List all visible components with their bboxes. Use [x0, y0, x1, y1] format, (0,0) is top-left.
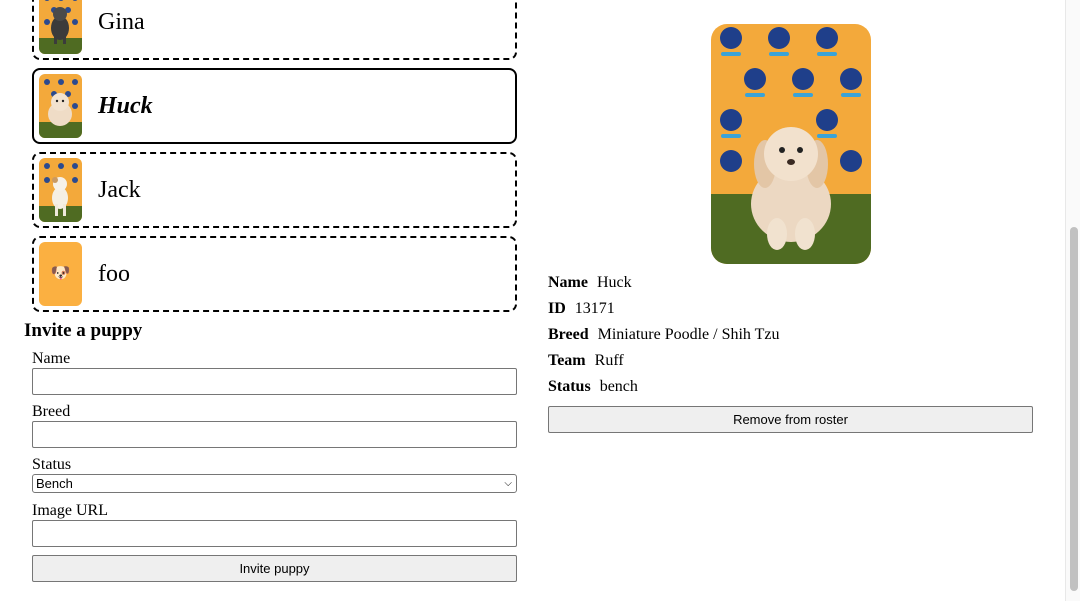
puppy-card-foo[interactable]: 🐶 foo	[32, 236, 517, 312]
puppy-card-jack[interactable]: Jack	[32, 152, 517, 228]
image-url-input[interactable]	[32, 520, 517, 547]
breed-input[interactable]	[32, 421, 517, 448]
puppy-list: Gina Huck Jack 🐶 foo	[32, 0, 517, 320]
puppy-photo-gina	[39, 0, 82, 54]
puppy-photo-placeholder: 🐶	[39, 242, 82, 306]
puppy-name: Huck	[98, 93, 153, 119]
chevron-down-icon: ⌵	[504, 478, 512, 489]
image-url-label: Image URL	[32, 502, 108, 519]
detail-team-value: Ruff	[594, 352, 624, 369]
dog-face-icon: 🐶	[50, 265, 71, 282]
puppy-name: Gina	[98, 9, 145, 35]
puppy-card-huck[interactable]: Huck	[32, 68, 517, 144]
invite-form: Name Breed Status Bench ⌵ Image URL Invi…	[32, 349, 517, 582]
detail-id-value: 13171	[574, 300, 615, 317]
detail-breed-value: Miniature Poodle / Shih Tzu	[597, 326, 780, 343]
page-scrollbar[interactable]	[1065, 0, 1080, 601]
detail-team-label: Team	[548, 352, 586, 369]
puppy-detail: Name Huck ID 13171 Breed Miniature Poodl…	[548, 270, 1033, 433]
detail-breed-row: Breed Miniature Poodle / Shih Tzu	[548, 322, 1033, 348]
puppy-photo-jack	[39, 158, 82, 222]
invite-heading: Invite a puppy	[24, 320, 143, 341]
detail-team-row: Team Ruff	[548, 348, 1033, 374]
detail-name-value: Huck	[596, 274, 632, 291]
remove-from-roster-button[interactable]: Remove from roster	[548, 406, 1033, 433]
puppy-name: Jack	[98, 177, 141, 203]
name-input[interactable]	[32, 368, 517, 395]
puppy-card-gina[interactable]: Gina	[32, 0, 517, 60]
detail-status-label: Status	[548, 378, 591, 395]
scrollbar-thumb[interactable]	[1070, 227, 1078, 591]
name-label: Name	[32, 350, 71, 367]
status-select[interactable]: Bench ⌵	[32, 474, 517, 493]
detail-breed-label: Breed	[548, 326, 589, 343]
detail-id-row: ID 13171	[548, 296, 1033, 322]
detail-status-row: Status bench	[548, 374, 1033, 400]
status-select-value: Bench	[36, 476, 73, 491]
puppy-photo-huck	[39, 74, 82, 138]
puppy-name: foo	[98, 261, 130, 287]
detail-id-label: ID	[548, 300, 566, 317]
detail-name-row: Name Huck	[548, 270, 1033, 296]
puppy-detail-photo	[711, 24, 871, 264]
breed-label: Breed	[32, 403, 71, 420]
detail-name-label: Name	[548, 274, 588, 291]
status-label: Status	[32, 456, 72, 473]
invite-puppy-button[interactable]: Invite puppy	[32, 555, 517, 582]
detail-status-value: bench	[599, 378, 638, 395]
